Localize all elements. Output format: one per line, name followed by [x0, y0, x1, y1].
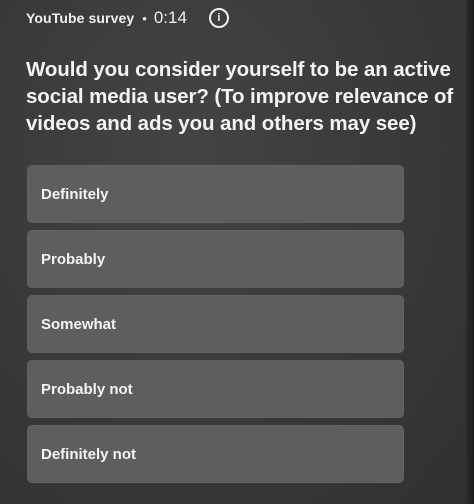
- option-definitely[interactable]: Definitely: [27, 165, 404, 223]
- option-definitely-not[interactable]: Definitely not: [27, 425, 404, 483]
- option-probably-not[interactable]: Probably not: [27, 360, 404, 418]
- answer-options: Definitely Probably Somewhat Probably no…: [27, 165, 404, 490]
- survey-label: YouTube survey: [26, 10, 135, 26]
- option-probably[interactable]: Probably: [27, 230, 404, 288]
- survey-question: Would you consider yourself to be an act…: [26, 58, 454, 135]
- survey-timer: 0:14: [153, 8, 187, 27]
- screen-bezel: [466, 0, 474, 504]
- option-somewhat[interactable]: Somewhat: [27, 295, 404, 353]
- survey-screen: YouTube survey • 0:14 i Would you consid…: [0, 0, 474, 504]
- survey-header: YouTube survey • 0:14 i: [26, 6, 229, 30]
- info-icon[interactable]: i: [208, 8, 229, 28]
- header-separator: •: [142, 10, 147, 26]
